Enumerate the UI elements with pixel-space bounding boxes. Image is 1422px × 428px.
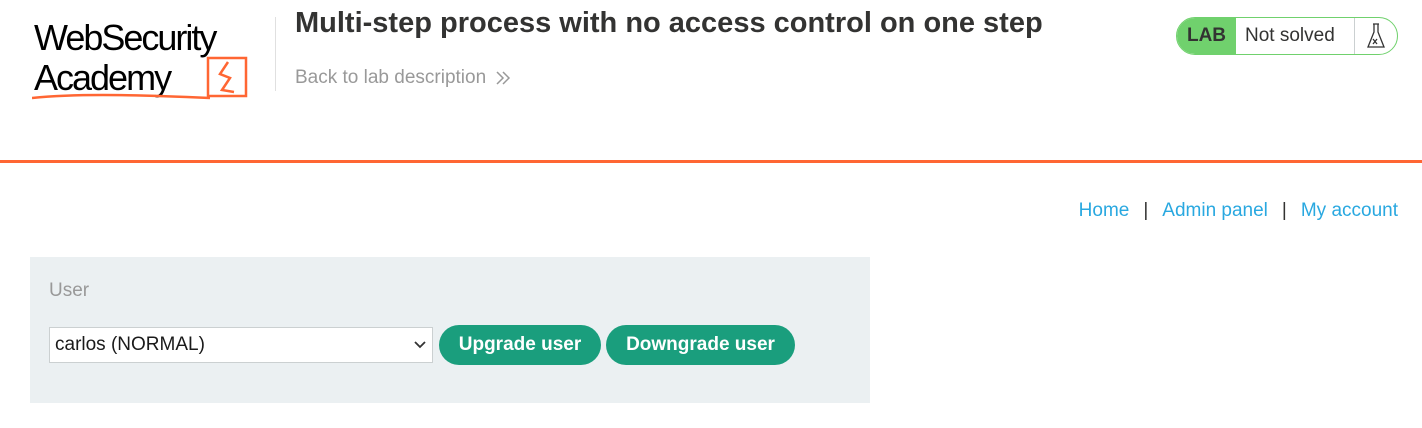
back-link-label: Back to lab description [295, 67, 487, 88]
user-admin-form: User carlos (NORMAL) Upgrade user Downgr… [30, 257, 870, 403]
lab-status-widget: LAB Not solved [1176, 17, 1398, 55]
nav-separator: | [1143, 200, 1149, 221]
nav-admin-panel-link[interactable]: Admin panel [1162, 200, 1268, 222]
upgrade-user-button[interactable]: Upgrade user [439, 325, 601, 365]
back-to-description-link[interactable]: Back to lab description [295, 67, 512, 89]
logo-bolt [218, 61, 235, 94]
logo-text-line2: Academy [34, 57, 172, 98]
nav-my-account-link[interactable]: My account [1301, 200, 1398, 222]
logo-divider [275, 17, 276, 91]
logo-text-line1: WebSecurity [34, 17, 217, 58]
lab-badge: LAB [1177, 18, 1236, 54]
downgrade-user-button[interactable]: Downgrade user [606, 325, 795, 365]
double-chevron-right-icon [496, 71, 511, 85]
chevron-down-icon [414, 341, 426, 349]
user-select[interactable]: carlos (NORMAL) [49, 327, 433, 363]
top-nav: Home | Admin panel | My account [1079, 200, 1398, 222]
nav-separator: | [1281, 200, 1287, 221]
lab-title: Multi-step process with no access contro… [295, 7, 1043, 39]
flask-icon [1355, 18, 1397, 54]
user-select-value: carlos (NORMAL) [55, 334, 205, 355]
user-field-label: User [49, 280, 90, 301]
lab-status-text: Not solved [1236, 18, 1355, 54]
academy-logo[interactable]: WebSecurity Academy [32, 14, 272, 102]
nav-home-link[interactable]: Home [1079, 200, 1130, 222]
site-header: WebSecurity Academy Multi-step process w… [0, 0, 1422, 163]
